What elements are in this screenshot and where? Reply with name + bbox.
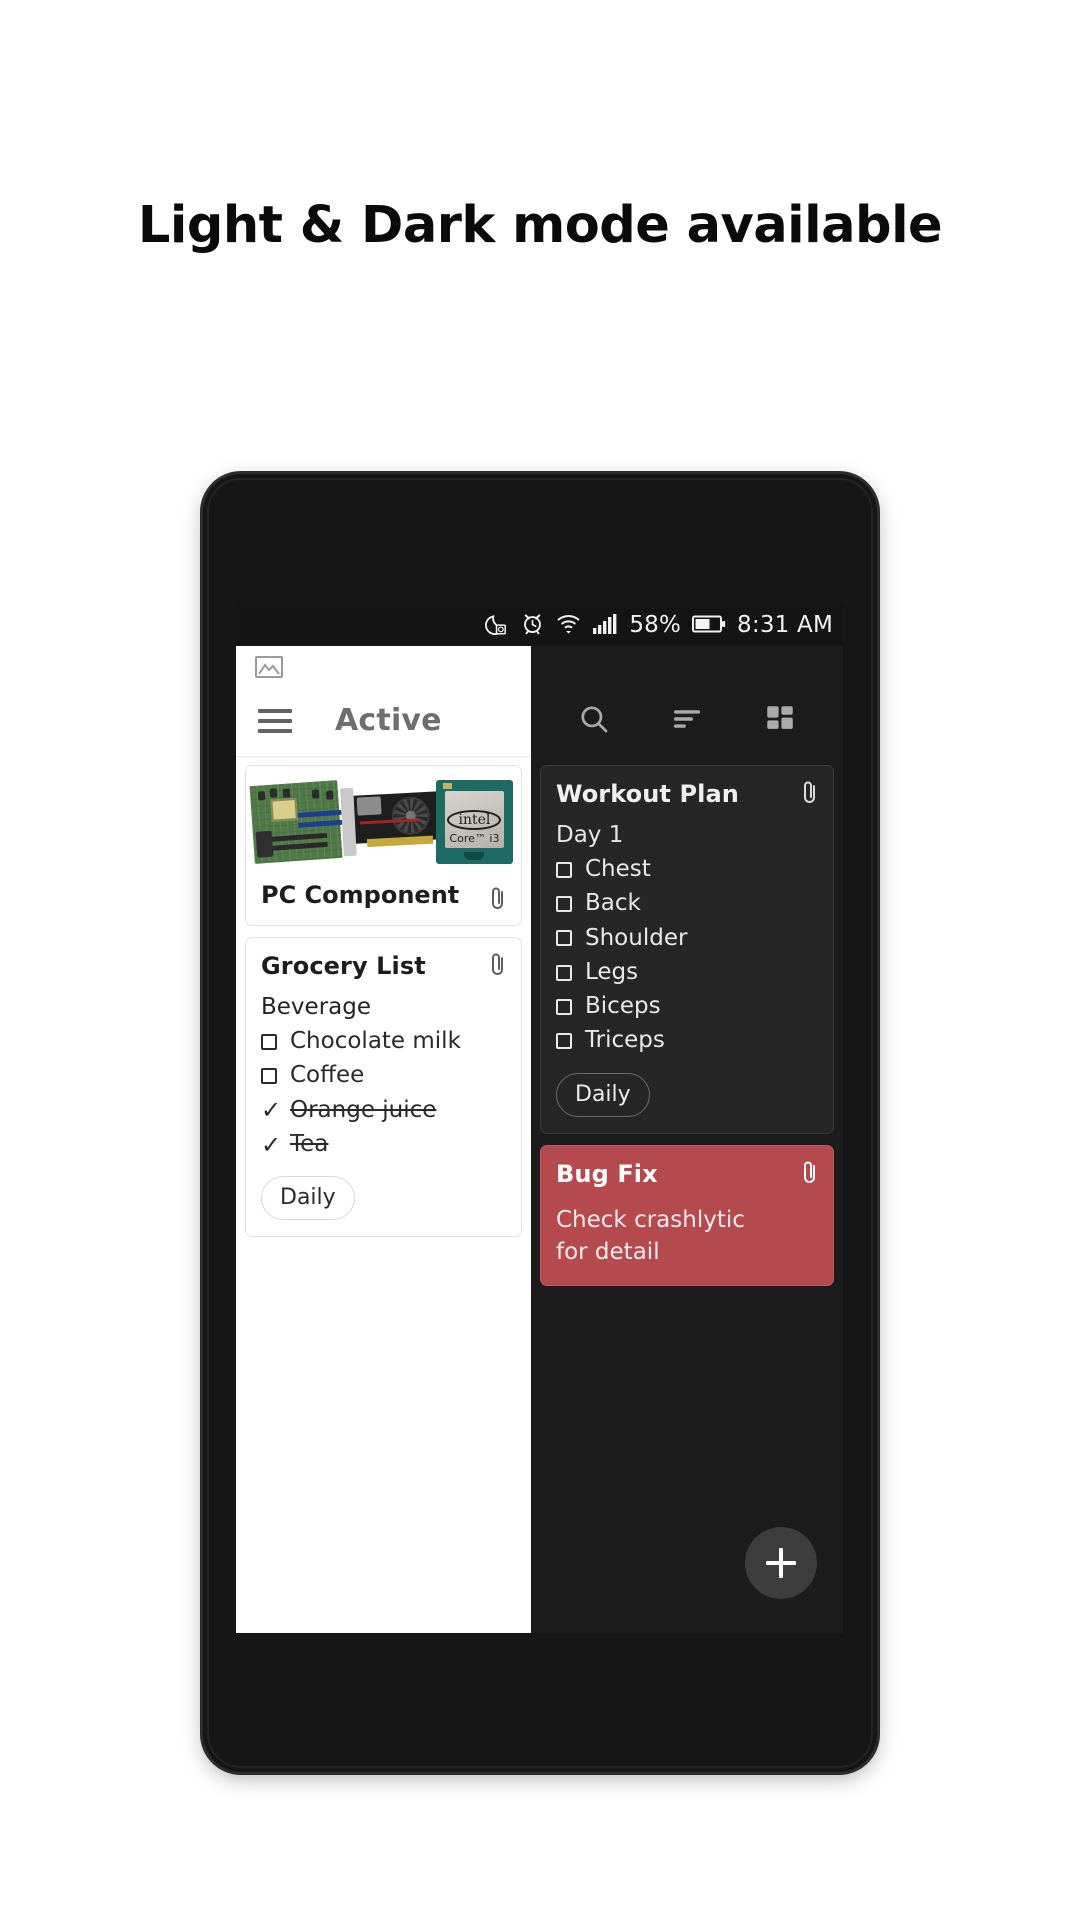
page-title: Light & Dark mode available xyxy=(137,196,943,255)
note-card-pc-component[interactable]: intel Core™ i3 PC Component xyxy=(245,765,522,926)
note-body-line: for detail xyxy=(556,1239,660,1266)
dark-mode-pane: Workout Plan Day 1 Chest Back Shoulder L… xyxy=(531,605,843,1633)
todo-label: Back xyxy=(585,890,641,917)
paperclip-icon[interactable] xyxy=(801,779,819,805)
todo-item[interactable]: Chest xyxy=(556,856,818,882)
note-section-label: Day 1 xyxy=(556,822,624,848)
checkbox-unchecked-icon[interactable] xyxy=(261,1033,277,1050)
todo-label: Triceps xyxy=(585,1027,665,1054)
phone-screen: Active intel Core™ i3 PC Component Groce… xyxy=(236,605,843,1633)
todo-label: Biceps xyxy=(585,993,661,1020)
cpu-model-label: Core™ i3 xyxy=(449,831,500,845)
app-bar-title: Active xyxy=(335,703,442,738)
paperclip-icon[interactable] xyxy=(489,885,507,911)
checkbox-unchecked-icon[interactable] xyxy=(261,1067,277,1084)
graphics-card-image xyxy=(340,783,442,860)
dnd-moon-icon xyxy=(483,611,509,641)
motherboard-image xyxy=(249,779,343,864)
light-note-list: intel Core™ i3 PC Component Grocery List… xyxy=(236,757,531,1256)
todo-item[interactable]: Biceps xyxy=(556,993,818,1020)
todo-item[interactable]: ✓ Orange juice xyxy=(261,1096,506,1123)
checkbox-unchecked-icon[interactable] xyxy=(556,1033,572,1050)
checkbox-checked-icon[interactable]: ✓ xyxy=(261,1133,281,1157)
todo-label: Chest xyxy=(585,856,651,882)
todo-label: Legs xyxy=(585,958,639,985)
light-mode-pane: Active intel Core™ i3 PC Component Groce… xyxy=(236,605,531,1633)
note-section-label: Beverage xyxy=(261,994,371,1020)
todo-label: Coffee xyxy=(290,1062,365,1089)
note-image-strip: intel Core™ i3 xyxy=(246,766,521,871)
checkbox-unchecked-icon[interactable] xyxy=(556,930,572,947)
todo-item[interactable]: Coffee xyxy=(261,1062,506,1089)
repeat-chip[interactable]: Daily xyxy=(261,1176,355,1221)
dark-app-bar xyxy=(531,685,843,757)
todo-label: Orange juice xyxy=(290,1096,437,1123)
note-card-title: PC Component xyxy=(261,881,460,909)
image-placeholder-icon xyxy=(255,656,283,678)
note-body-line: Check crashlytic xyxy=(556,1206,745,1233)
hamburger-menu-icon[interactable] xyxy=(258,708,292,733)
todo-label: Shoulder xyxy=(585,924,688,951)
paperclip-icon[interactable] xyxy=(489,951,507,977)
alarm-icon xyxy=(520,611,545,640)
battery-percent-label: 58% xyxy=(629,612,682,638)
checkbox-checked-icon[interactable]: ✓ xyxy=(261,1098,281,1122)
light-app-bar: Active xyxy=(236,685,531,757)
note-card-title: Workout Plan xyxy=(556,780,739,808)
grid-layout-icon[interactable] xyxy=(763,702,797,740)
plus-icon xyxy=(766,1548,796,1578)
note-card-bug-fix[interactable]: Bug Fix Check crashlytic for detail xyxy=(540,1144,834,1287)
signal-icon xyxy=(592,613,618,639)
search-icon[interactable] xyxy=(577,702,611,740)
note-card-grocery-list[interactable]: Grocery List Beverage Chocolate milk Cof… xyxy=(245,937,522,1238)
todo-item[interactable]: Shoulder xyxy=(556,924,818,951)
note-card-title: Grocery List xyxy=(261,952,426,980)
todo-item[interactable]: Legs xyxy=(556,958,818,985)
note-card-workout-plan[interactable]: Workout Plan Day 1 Chest Back Shoulder L… xyxy=(540,765,834,1134)
checkbox-unchecked-icon[interactable] xyxy=(556,861,572,878)
checkbox-unchecked-icon[interactable] xyxy=(556,895,572,912)
dark-note-list: Workout Plan Day 1 Chest Back Shoulder L… xyxy=(531,757,843,1305)
note-card-title: Bug Fix xyxy=(556,1159,658,1188)
cpu-brand-label: intel xyxy=(447,809,502,830)
repeat-chip[interactable]: Daily xyxy=(556,1072,650,1117)
checkbox-unchecked-icon[interactable] xyxy=(556,998,572,1015)
paperclip-icon[interactable] xyxy=(801,1159,819,1185)
clock-label: 8:31 AM xyxy=(737,612,833,638)
todo-item[interactable]: Triceps xyxy=(556,1028,818,1053)
todo-label: Chocolate milk xyxy=(290,1028,461,1054)
todo-item[interactable]: ✓ Tea xyxy=(261,1130,506,1157)
todo-item[interactable]: Chocolate milk xyxy=(261,1028,506,1054)
sort-icon[interactable] xyxy=(670,702,704,740)
phone-device-frame: Active intel Core™ i3 PC Component Groce… xyxy=(203,474,877,1772)
checkbox-unchecked-icon[interactable] xyxy=(556,964,572,981)
todo-label: Tea xyxy=(290,1130,329,1157)
add-note-fab[interactable] xyxy=(745,1527,817,1599)
wifi-icon xyxy=(556,611,581,640)
status-bar: 58% 8:31 AM xyxy=(236,605,843,646)
todo-item[interactable]: Back xyxy=(556,890,818,917)
battery-icon xyxy=(692,614,726,638)
intel-cpu-image: intel Core™ i3 xyxy=(435,779,513,864)
